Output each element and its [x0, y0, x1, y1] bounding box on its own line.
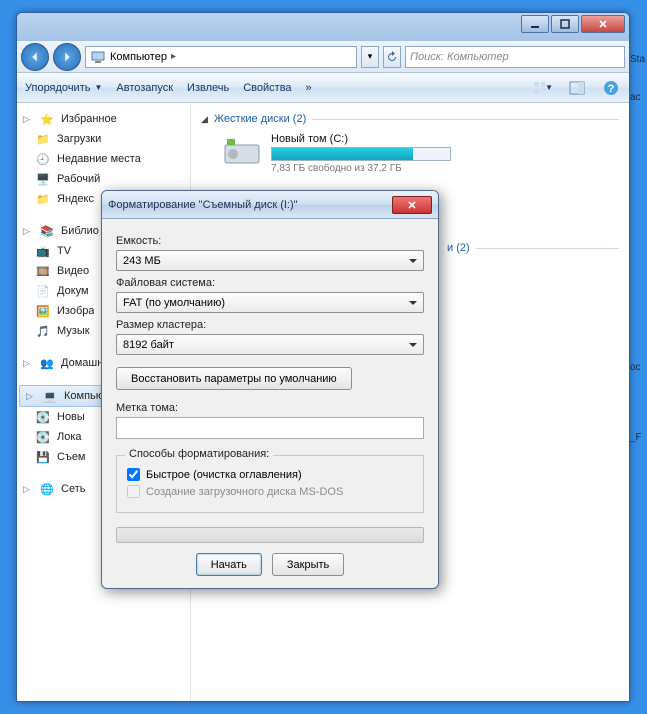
usb-icon: 💾 — [35, 449, 51, 465]
recent-icon: 🕘 — [35, 151, 51, 167]
desktop-text: _F — [630, 432, 647, 443]
history-dropdown[interactable]: ▾ — [361, 46, 379, 68]
chevron-right-icon: ▸ — [171, 51, 176, 62]
desktop-text: ос — [630, 362, 647, 373]
group-hard-disks[interactable]: ◢ Жесткие диски (2) — [201, 113, 619, 125]
format-options-legend: Способы форматирования: — [125, 448, 273, 460]
more-button[interactable]: » — [306, 82, 312, 94]
sidebar-item-recent[interactable]: 🕘Недавние места — [17, 149, 190, 169]
drive-name: Новый том (C:) — [271, 133, 619, 145]
organize-menu[interactable]: Упорядочить▼ — [25, 82, 102, 94]
properties-button[interactable]: Свойства — [243, 82, 291, 94]
capacity-label: Емкость: — [116, 235, 424, 247]
msdos-checkbox: Создание загрузочного диска MS-DOS — [127, 485, 413, 498]
volume-label: Метка тома: — [116, 402, 424, 414]
window-titlebar — [17, 13, 629, 41]
drive-icon: 💽 — [35, 429, 51, 445]
filesystem-select[interactable]: FAT (по умолчанию) — [116, 292, 424, 313]
dialog-title: Форматирование "Съемный диск (I:)" — [108, 199, 298, 211]
autorun-button[interactable]: Автозапуск — [116, 82, 173, 94]
volume-input[interactable] — [116, 417, 424, 439]
desktop-icon: 🖥️ — [35, 171, 51, 187]
library-icon: 📚 — [39, 223, 55, 239]
desktop-text: Sta — [630, 54, 647, 65]
preview-button[interactable] — [567, 79, 587, 97]
breadcrumb-label: Компьютер — [110, 51, 167, 63]
breadcrumb[interactable]: Компьютер ▸ — [85, 46, 357, 68]
progress-bar — [116, 527, 424, 543]
drive-icon: 💽 — [35, 409, 51, 425]
start-button[interactable]: Начать — [196, 553, 262, 576]
minimize-button[interactable] — [521, 15, 549, 33]
computer-icon: 💻 — [42, 388, 58, 404]
folder-icon: 📁 — [35, 191, 51, 207]
toolbar: Упорядочить▼ Автозапуск Извлечь Свойства… — [17, 73, 629, 103]
hdd-icon — [221, 133, 263, 169]
quick-format-checkbox[interactable]: Быстрое (очистка оглавления) — [127, 468, 413, 481]
dialog-close-button[interactable] — [392, 196, 432, 214]
dialog-titlebar: Форматирование "Съемный диск (I:)" — [102, 191, 438, 219]
format-options-group: Способы форматирования: Быстрое (очистка… — [116, 455, 424, 513]
network-icon: 🌐 — [39, 481, 55, 497]
folder-icon: 📁 — [35, 131, 51, 147]
close-button[interactable] — [581, 15, 625, 33]
doc-icon: 📄 — [35, 283, 51, 299]
sidebar-item-downloads[interactable]: 📁Загрузки — [17, 129, 190, 149]
search-input[interactable]: Поиск: Компьютер — [405, 46, 625, 68]
capacity-bar — [271, 147, 451, 161]
capacity-select[interactable]: 243 МБ — [116, 250, 424, 271]
maximize-button[interactable] — [551, 15, 579, 33]
back-button[interactable] — [21, 43, 49, 71]
help-button[interactable]: ? — [601, 79, 621, 97]
desktop-text: ас — [630, 92, 647, 103]
collapse-icon: ◢ — [201, 114, 208, 125]
video-icon: 🎞️ — [35, 263, 51, 279]
restore-defaults-button[interactable]: Восстановить параметры по умолчанию — [116, 367, 352, 390]
fs-label: Файловая система: — [116, 277, 424, 289]
group-removable[interactable]: и (2) — [447, 242, 619, 254]
homegroup-icon: 👥 — [39, 355, 55, 371]
drive-free: 7,83 ГБ свободно из 37,2 ГБ — [271, 163, 619, 174]
close-dialog-button[interactable]: Закрыть — [272, 553, 344, 576]
sidebar-favorites[interactable]: ▷⭐Избранное — [17, 109, 190, 129]
format-dialog: Форматирование "Съемный диск (I:)" Емкос… — [101, 190, 439, 589]
music-icon: 🎵 — [35, 323, 51, 339]
svg-text:?: ? — [608, 83, 615, 95]
nav-bar: Компьютер ▸ ▾ Поиск: Компьютер — [17, 41, 629, 73]
forward-button[interactable] — [53, 43, 81, 71]
refresh-button[interactable] — [383, 46, 401, 68]
computer-icon — [90, 49, 106, 65]
cluster-label: Размер кластера: — [116, 319, 424, 331]
star-icon: ⭐ — [39, 111, 55, 127]
cluster-select[interactable]: 8192 байт — [116, 334, 424, 355]
tv-icon: 📺 — [35, 243, 51, 259]
sidebar-item-desktop[interactable]: 🖥️Рабочий — [17, 169, 190, 189]
image-icon: 🖼️ — [35, 303, 51, 319]
view-button[interactable]: ▼ — [533, 79, 553, 97]
drive-c[interactable]: Новый том (C:) 7,83 ГБ свободно из 37,2 … — [221, 133, 619, 174]
extract-button[interactable]: Извлечь — [187, 82, 229, 94]
